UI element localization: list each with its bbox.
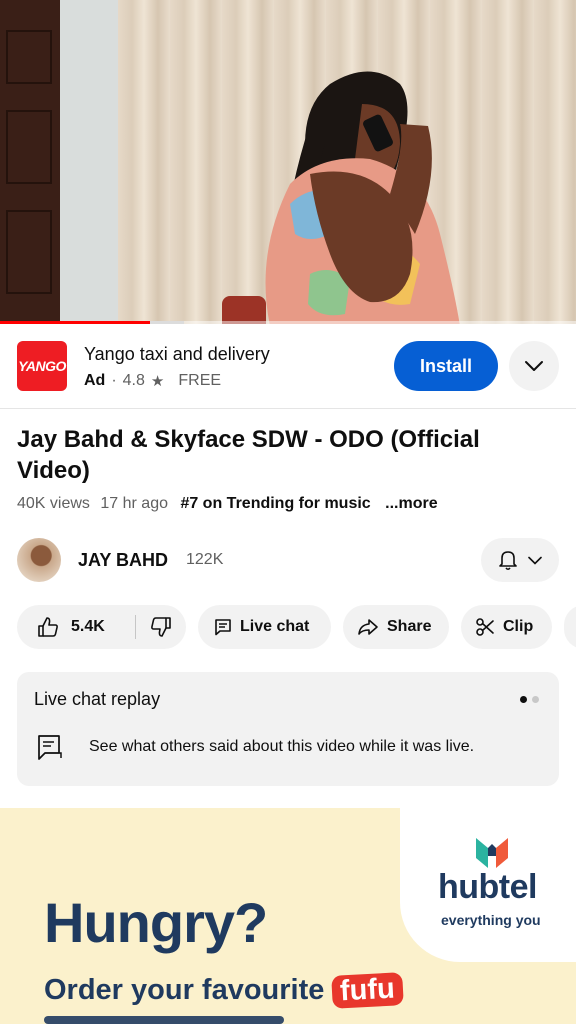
live-chat-replay-heading: Live chat replay — [34, 689, 161, 709]
ad-separator: · — [111, 372, 117, 389]
promo-banner[interactable]: hubtel everything you Hungry? Order your… — [0, 808, 576, 1024]
ad-title: Yango taxi and delivery — [84, 344, 270, 364]
thumbs-up-icon — [38, 617, 58, 637]
clip-button[interactable]: Clip — [461, 605, 552, 649]
live-chat-button[interactable]: Live chat — [198, 605, 331, 649]
dislike-button[interactable] — [136, 605, 186, 649]
channel-name[interactable]: JAY BAHD — [78, 550, 168, 571]
share-label: Share — [387, 618, 432, 635]
bell-icon — [499, 551, 517, 571]
view-count: 40K views — [17, 495, 90, 512]
page-dot-active — [520, 696, 527, 703]
promo-headline: Hungry? — [44, 891, 268, 954]
clip-label: Clip — [503, 618, 534, 635]
hubtel-tagline: everything you — [441, 912, 541, 928]
upload-age: 17 hr ago — [100, 495, 168, 512]
promo-highlight: fufu — [331, 972, 405, 1009]
chevron-down-icon — [528, 556, 542, 565]
video-title[interactable]: Jay Bahd & Skyface SDW - ODO (Official V… — [17, 424, 557, 486]
chat-icon — [38, 735, 62, 760]
channel-avatar[interactable] — [17, 538, 61, 582]
ad-rating: 4.8 — [122, 372, 145, 389]
video-player[interactable] — [0, 0, 576, 324]
action-chips: 5.4K Live chat Share Clip — [0, 605, 576, 649]
more-link[interactable]: ...more — [385, 495, 437, 512]
more-actions-chip[interactable] — [564, 605, 576, 649]
star-icon: ★ — [150, 373, 165, 390]
like-button[interactable]: 5.4K — [17, 605, 135, 649]
ad-badge: Ad — [84, 372, 106, 389]
promo-cut-off-text — [44, 1016, 284, 1024]
ad-price: FREE — [178, 372, 222, 389]
video-person — [265, 71, 460, 324]
page-dot — [532, 696, 539, 703]
video-meta[interactable]: 40K views 17 hr ago #7 on Trending for m… — [17, 495, 444, 513]
ad-banner[interactable]: YANGO Yango taxi and delivery Ad · 4.8 ★… — [0, 324, 576, 409]
page-indicator — [520, 696, 539, 703]
channel-row[interactable]: JAY BAHD 122K — [0, 536, 576, 586]
thumbs-down-icon — [151, 617, 171, 637]
ad-expand-button[interactable] — [509, 341, 559, 391]
live-chat-replay-description: See what others said about this video wh… — [89, 738, 475, 755]
scissors-icon — [476, 618, 494, 636]
subscriber-count: 122K — [186, 551, 224, 568]
notification-bell-button[interactable] — [481, 538, 559, 582]
install-button[interactable]: Install — [394, 341, 498, 391]
share-button[interactable]: Share — [343, 605, 449, 649]
chevron-down-icon — [525, 361, 543, 371]
promo-line: Order your favourite fufu — [44, 972, 405, 1009]
yango-logo: YANGO — [17, 341, 67, 391]
ad-meta: Ad · 4.8 ★ FREE — [84, 372, 221, 390]
video-background-door — [0, 0, 60, 324]
live-chat-label: Live chat — [240, 618, 310, 635]
share-arrow-icon — [358, 619, 378, 635]
live-chat-replay-card[interactable]: Live chat replay See what others said ab… — [17, 672, 559, 786]
hubtel-wordmark: hubtel — [438, 868, 537, 906]
trending-rank[interactable]: #7 on Trending for music — [180, 495, 370, 512]
hubtel-logo-icon — [476, 838, 508, 868]
chat-icon — [215, 619, 231, 636]
like-dislike-group: 5.4K — [17, 605, 186, 649]
promo-line-text: Order your favourite — [44, 974, 325, 1006]
like-count: 5.4K — [71, 618, 105, 635]
